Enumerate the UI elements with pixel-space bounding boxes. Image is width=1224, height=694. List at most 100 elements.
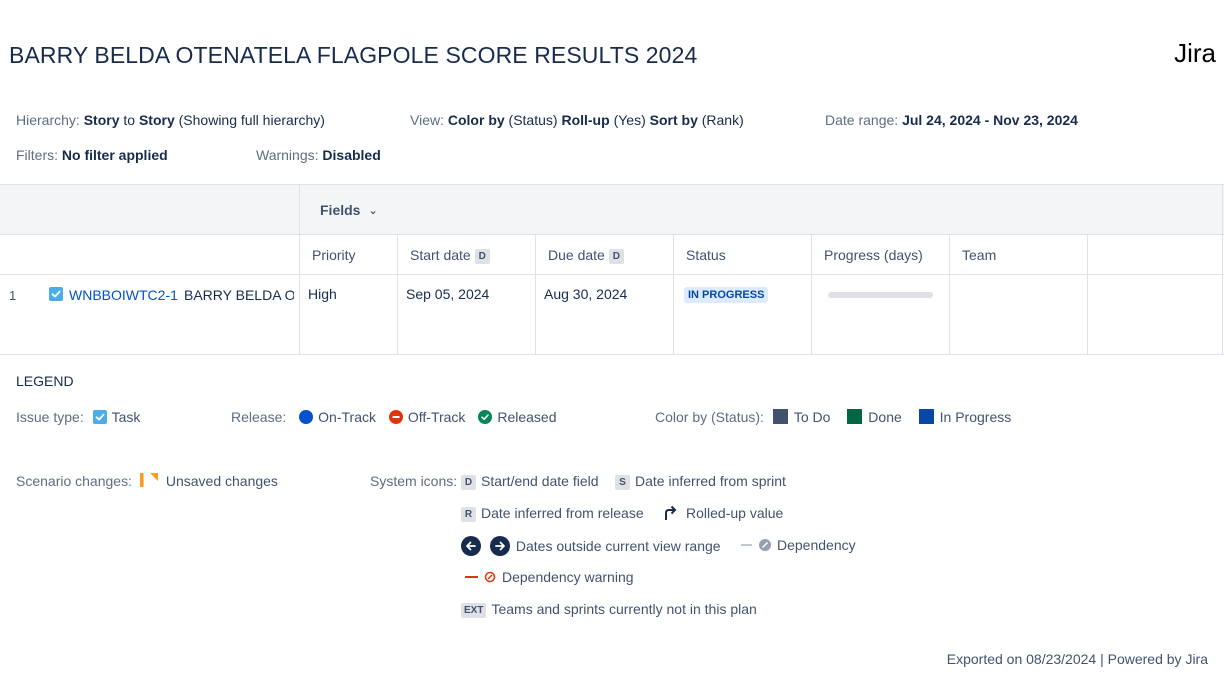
warnings-label: Warnings: (256, 147, 319, 163)
divider (0, 354, 1224, 355)
task-label: Task (111, 409, 141, 425)
divider (397, 234, 398, 355)
arrow-left-icon (461, 536, 481, 556)
legend-system-icons-label: System icons: (370, 473, 458, 489)
column-header-label: Start date (410, 247, 471, 263)
sort-by-label: Sort by (649, 112, 698, 128)
dates-outside-label: Dates outside current view range (515, 538, 721, 554)
legend-color-by-status: Color by (Status): To Do Done In Progres… (655, 409, 1011, 425)
dependency-label: Dependency (777, 537, 856, 553)
sort-by-value: (Rank) (701, 112, 744, 128)
divider (1087, 234, 1088, 355)
start-date-cell[interactable]: Sep 05, 2024 (406, 286, 489, 302)
column-header-progress[interactable]: Progress (days) (824, 247, 923, 263)
in-progress-label: In Progress (939, 409, 1012, 425)
release-date-icon: R (461, 507, 476, 522)
color-by-value: (Status) (508, 112, 558, 128)
column-header-team[interactable]: Team (962, 247, 996, 263)
column-header-start-date[interactable]: Start date D (410, 247, 490, 264)
todo-swatch (772, 409, 788, 424)
off-track-label: Off-Track (407, 409, 466, 425)
date-field-icon: D (474, 249, 490, 264)
legend-teams-not-in-plan: EXT Teams and sprints currently not in th… (461, 601, 757, 618)
sprint-date-icon: S (615, 475, 630, 490)
rollup-value: (Yes) (613, 112, 646, 128)
arrow-right-icon (489, 536, 510, 556)
date-field-icon: D (608, 249, 624, 264)
start-end-date-label: Start/end date field (481, 473, 599, 489)
todo-label: To Do (793, 409, 831, 425)
issue-key-link[interactable]: WNBBOIWTC2-1 (69, 287, 178, 303)
date-field-icon: D (461, 475, 476, 490)
legend-rolled-up: Rolled-up value (662, 505, 783, 521)
legend-dependency: Dependency (741, 537, 856, 553)
hierarchy-info: Hierarchy: Story to Story (Showing full … (16, 112, 325, 128)
rolled-up-label: Rolled-up value (686, 505, 784, 521)
dependency-warning-label: Dependency warning (502, 569, 634, 585)
divider (535, 234, 536, 355)
on-track-label: On-Track (318, 409, 376, 425)
column-header-priority[interactable]: Priority (312, 247, 356, 263)
progress-bar (828, 292, 933, 298)
divider (0, 274, 1224, 275)
released-label: Released (497, 409, 557, 425)
export-footer: Exported on 08/23/2024 | Powered by Jira (946, 651, 1208, 667)
divider (299, 184, 300, 355)
column-header-label: Due date (548, 247, 605, 263)
fields-dropdown-button[interactable]: Fields ⌄ (320, 202, 378, 218)
filters-value: No filter applied (61, 147, 168, 163)
status-badge[interactable]: IN PROGRESS (684, 287, 769, 303)
divider (0, 184, 1224, 185)
legend-issue-type: Issue type: Task (16, 409, 140, 425)
done-swatch (847, 409, 863, 424)
teams-not-in-plan-label: Teams and sprints currently not in this … (491, 601, 757, 617)
issue-type-label: Issue type: (16, 409, 84, 425)
legend-date-from-sprint: S Date inferred from sprint (615, 473, 786, 490)
legend-dependency-warning: Dependency warning (465, 569, 634, 585)
hierarchy-to-word: to (123, 112, 136, 128)
chevron-down-icon: ⌄ (368, 205, 378, 217)
legend-dates-outside: Dates outside current view range (461, 536, 721, 556)
unsaved-changes-icon (139, 473, 166, 489)
done-label: Done (868, 409, 902, 425)
task-icon (92, 410, 107, 424)
due-date-cell[interactable]: Aug 30, 2024 (544, 286, 627, 302)
date-range-value: Jul 24, 2024 - Nov 23, 2024 (902, 112, 1078, 128)
column-header-status[interactable]: Status (686, 247, 726, 263)
in-progress-swatch (918, 409, 934, 424)
view-info: View: Color by (Status) Roll-up (Yes) So… (410, 112, 744, 128)
fields-button-label: Fields (320, 202, 361, 218)
hierarchy-from: Story (83, 112, 120, 128)
divider (1222, 184, 1223, 355)
divider (0, 234, 1224, 235)
off-track-icon (388, 410, 403, 424)
dependency-icon (741, 538, 773, 552)
legend-release: Release: On-Track Off-Track Released (231, 409, 556, 425)
released-icon (478, 410, 493, 424)
view-label: View: (410, 112, 444, 128)
warnings-info: Warnings: Disabled (256, 147, 381, 163)
page-title: BARRY BELDA OTENATELA FLAGPOLE SCORE RES… (9, 42, 698, 68)
warnings-value: Disabled (322, 147, 381, 163)
hierarchy-to: Story (138, 112, 175, 128)
release-label: Release: (231, 409, 287, 425)
color-by-status-label: Color by (Status): (655, 409, 764, 425)
divider (811, 234, 812, 355)
on-track-icon (299, 410, 314, 424)
divider (949, 234, 950, 355)
task-icon (49, 287, 63, 301)
rolled-up-arrow-icon (662, 505, 678, 521)
priority-cell[interactable]: High (308, 286, 337, 302)
column-header-due-date[interactable]: Due date D (548, 247, 624, 264)
table-header-band (0, 185, 1224, 234)
legend-date-from-release: R Date inferred from release (461, 505, 644, 522)
date-from-release-label: Date inferred from release (481, 505, 644, 521)
external-icon: EXT (461, 603, 487, 618)
legend-scenario-changes: Scenario changes: Unsaved changes (16, 473, 278, 489)
jira-logo: Jira (1174, 38, 1216, 68)
issue-summary[interactable]: BARRY BELDA OTENATELA FLAGPOLE SCORE RES… (184, 287, 294, 303)
color-by-label: Color by (447, 112, 505, 128)
date-range-info: Date range: Jul 24, 2024 - Nov 23, 2024 (825, 112, 1078, 128)
divider (673, 234, 674, 355)
date-range-label: Date range: (825, 112, 899, 128)
